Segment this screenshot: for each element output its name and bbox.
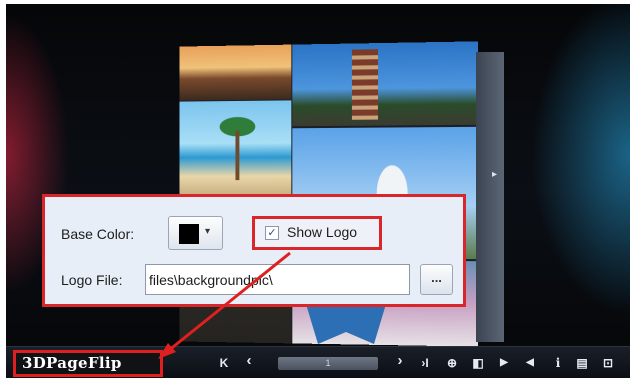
chevron-down-icon: ▾: [205, 226, 210, 237]
base-color-label: Base Color:: [61, 226, 134, 242]
photo-pagoda: [292, 41, 478, 126]
fullscreen-icon[interactable]: ⊡: [602, 354, 614, 372]
flipbook-toolbar: 3DPageFlip K ‹ 1 › ›I ⊕ ◧ ▶ ◀ i ▤ ⊡: [6, 346, 630, 378]
palm-tree-shape: [208, 111, 266, 181]
sound-icon[interactable]: ◀: [524, 354, 536, 372]
next-page-arrow-icon[interactable]: ▸: [492, 169, 497, 180]
logo-settings-panel: Base Color: ▾ ✓ Show Logo Logo File: ...: [42, 194, 466, 307]
logo-file-label: Logo File:: [61, 272, 122, 288]
zoom-icon[interactable]: ⊕: [446, 354, 458, 372]
photo-sunset: [179, 45, 291, 101]
base-color-picker[interactable]: ▾: [168, 216, 223, 250]
first-page-icon[interactable]: K: [218, 354, 230, 372]
last-page-icon[interactable]: ›I: [419, 354, 431, 372]
browse-button[interactable]: ...: [420, 264, 453, 295]
print-icon[interactable]: ▤: [576, 354, 588, 372]
thumbnails-icon[interactable]: ◧: [472, 354, 484, 372]
show-logo-label[interactable]: Show Logo: [287, 224, 357, 240]
info-icon[interactable]: i: [552, 354, 564, 372]
brand-logo: 3DPageFlip: [13, 350, 163, 377]
show-logo-highlight: ✓ Show Logo: [252, 216, 382, 250]
book-page-edge[interactable]: [476, 52, 504, 342]
next-page-icon[interactable]: ›: [394, 352, 406, 370]
color-swatch: [179, 224, 199, 244]
previous-page-icon[interactable]: ‹: [243, 352, 255, 370]
pagoda-shape: [352, 49, 378, 120]
flipbook-stage: ▸: [6, 4, 630, 378]
page-number-field[interactable]: 1: [278, 357, 378, 370]
autoplay-icon[interactable]: ▶: [498, 354, 510, 372]
photo-beach: [179, 100, 291, 195]
logo-file-input[interactable]: [145, 264, 410, 295]
show-logo-checkbox[interactable]: ✓: [265, 226, 279, 240]
